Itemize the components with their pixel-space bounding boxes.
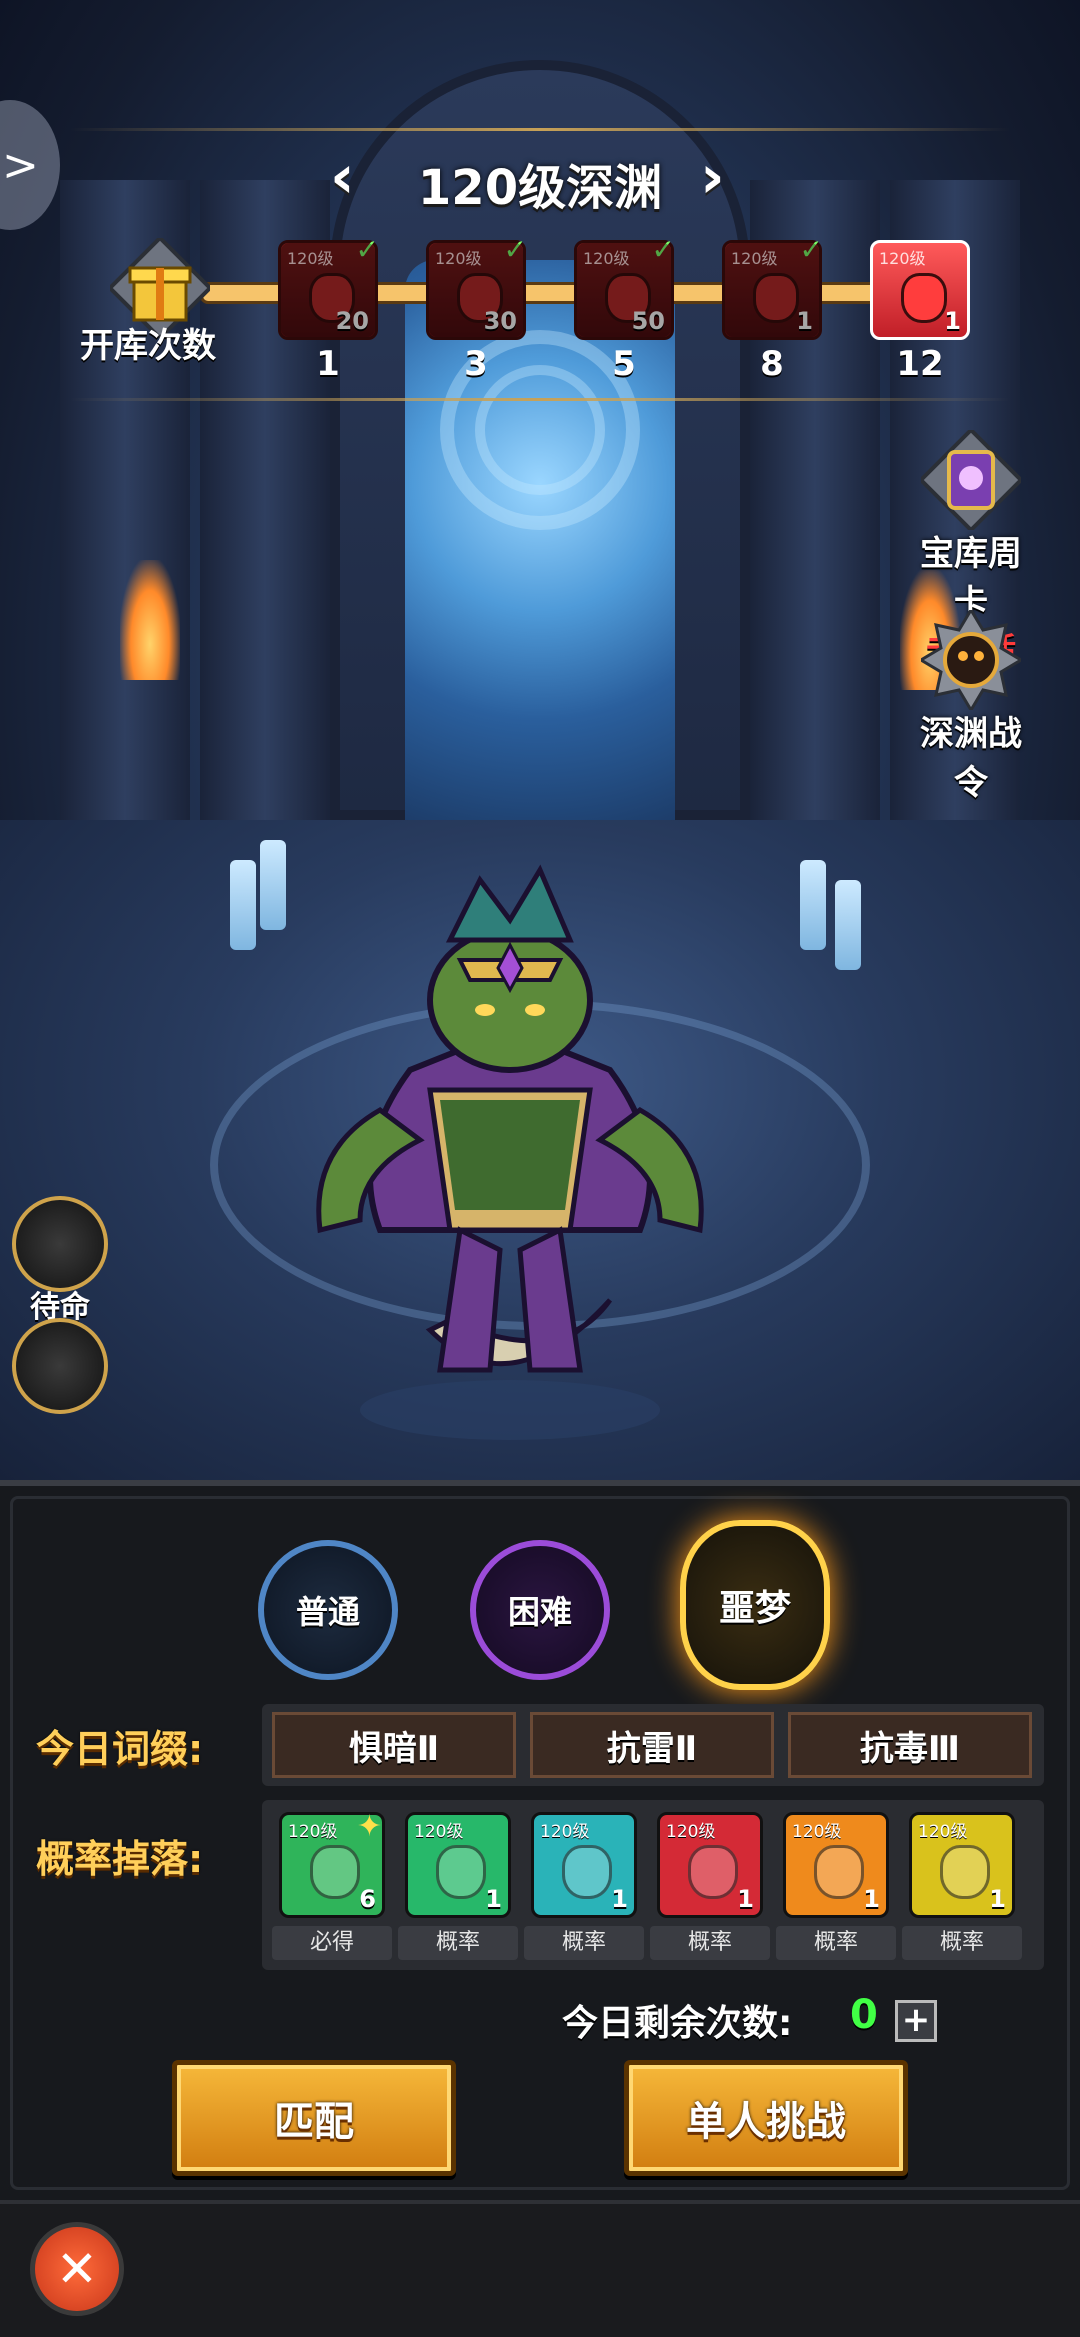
loot-bag-icon — [310, 1845, 360, 1899]
drop-item[interactable]: 120级 1 — [657, 1812, 763, 1918]
affix-label: 今日词缀: — [36, 1727, 204, 1771]
checkmark-icon: ✓ — [651, 233, 675, 266]
add-attempts-button[interactable]: + — [895, 2000, 937, 2042]
battle-pass-button[interactable]: 深渊战令 — [906, 607, 1036, 804]
torch-flame-icon — [120, 560, 180, 680]
bottom-bar — [0, 2200, 1080, 2337]
loot-bag-icon — [457, 273, 503, 323]
milestone-step: 1 — [316, 344, 340, 384]
loot-bag-icon — [940, 1845, 990, 1899]
vault-card-icon — [918, 427, 1024, 533]
loot-bag-icon — [605, 273, 651, 323]
affix-item[interactable]: 抗雷Ⅱ — [530, 1712, 774, 1778]
drop-item[interactable]: 120级 1 — [405, 1812, 511, 1918]
skull-emblem-icon — [918, 607, 1024, 713]
difficulty-nightmare-button[interactable]: 噩梦 — [680, 1520, 830, 1690]
milestone-reward[interactable]: 120级 30 ✓ — [426, 233, 527, 340]
difficulty-normal-button[interactable]: 普通 — [258, 1540, 398, 1680]
loot-bag-icon — [436, 1845, 486, 1899]
milestone-step: 12 — [896, 344, 944, 384]
portal-swirl — [475, 365, 605, 495]
milestone-reward[interactable]: 120级 50 ✓ — [574, 233, 675, 340]
next-level-arrow[interactable]: › — [700, 142, 725, 212]
drop-caption: 概率 — [902, 1926, 1022, 1960]
milestone-reward[interactable]: 120级 1 — [870, 240, 970, 340]
close-icon: ✕ — [56, 2240, 98, 2298]
affix-item[interactable]: 抗毒Ⅲ — [788, 1712, 1032, 1778]
checkmark-icon: ✓ — [503, 233, 527, 266]
candle-icon — [800, 860, 826, 950]
solo-challenge-button[interactable]: 单人挑战 — [624, 2060, 908, 2176]
loot-bag-icon — [901, 273, 947, 323]
progress-divider — [70, 398, 1010, 401]
boss-character — [316, 864, 704, 1440]
remaining-count: 0 — [850, 1992, 878, 2038]
milestone-step: 3 — [464, 344, 488, 384]
milestone-step: 5 — [612, 344, 636, 384]
milestone-reward[interactable]: 120级 20 ✓ — [278, 233, 379, 340]
drop-caption: 概率 — [398, 1926, 518, 1960]
drop-item[interactable]: 120级 1 — [783, 1812, 889, 1918]
loot-bag-icon — [688, 1845, 738, 1899]
drop-label: 概率掉落: — [36, 1837, 204, 1881]
match-button[interactable]: 匹配 — [172, 2060, 456, 2176]
milestone-step: 8 — [760, 344, 784, 384]
flag-button[interactable] — [10, 1318, 110, 1414]
close-button[interactable]: ✕ — [30, 2222, 124, 2316]
header-divider — [70, 128, 1010, 131]
open-count-label: 开库次数 — [80, 326, 216, 366]
checkmark-icon: ✓ — [355, 233, 379, 266]
drop-item[interactable]: 120级 1 — [909, 1812, 1015, 1918]
drop-item[interactable]: 120级 1 — [531, 1812, 637, 1918]
star-icon: ✦ — [356, 1809, 382, 1844]
milestone-reward[interactable]: 120级 1 ✓ — [722, 233, 823, 340]
drop-caption: 概率 — [524, 1926, 644, 1960]
chevron-right-icon: > — [2, 140, 39, 191]
checkmark-icon: ✓ — [799, 233, 823, 266]
loot-bag-icon — [309, 273, 355, 323]
banner-icon — [12, 1196, 108, 1292]
drop-item[interactable]: 120级 6 ✦ — [279, 1809, 385, 1918]
drop-caption: 必得 — [272, 1926, 392, 1960]
drop-caption: 概率 — [776, 1926, 896, 1960]
loot-bag-icon — [562, 1845, 612, 1899]
drop-caption: 概率 — [650, 1926, 770, 1960]
level-title: 120级深渊 — [417, 160, 663, 216]
remaining-label: 今日剩余次数: — [562, 2003, 793, 2044]
flag-icon — [12, 1318, 108, 1414]
loot-bag-icon — [753, 273, 799, 323]
difficulty-hard-button[interactable]: 困难 — [470, 1540, 610, 1680]
standby-button[interactable]: 待命 — [10, 1196, 110, 1326]
affix-item[interactable]: 惧暗Ⅱ — [272, 1712, 516, 1778]
loot-bag-icon — [814, 1845, 864, 1899]
candle-icon — [835, 880, 861, 970]
